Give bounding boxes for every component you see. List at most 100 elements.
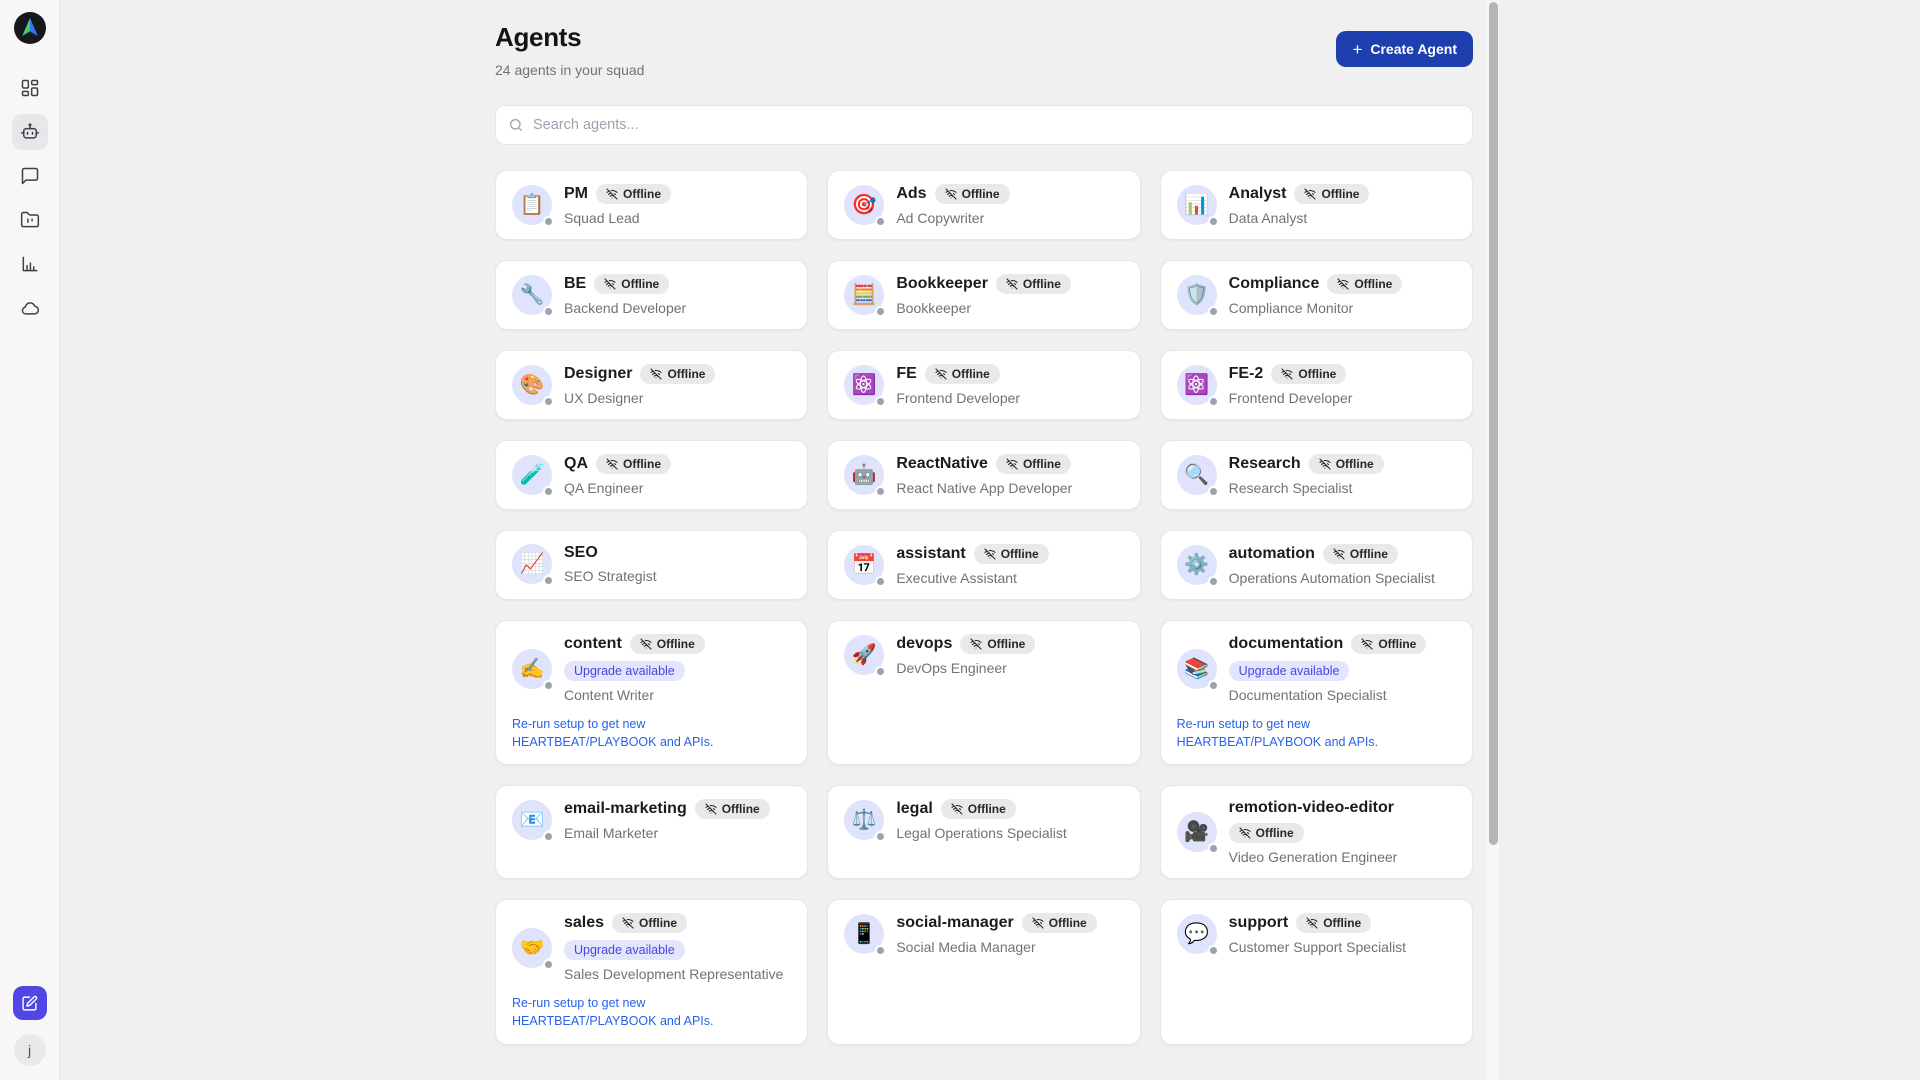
agent-info: FEOfflineFrontend Developer (896, 364, 1020, 406)
offline-label: Offline (1049, 916, 1087, 930)
wifi-off-icon (1304, 188, 1316, 200)
agent-name-row: supportOffline (1229, 913, 1406, 933)
status-dot (1208, 486, 1219, 497)
agent-info: ReactNativeOfflineReact Native App Devel… (896, 454, 1072, 496)
agent-card-top: ⚛️FEOfflineFrontend Developer (844, 364, 1123, 406)
agent-card[interactable]: 📋PMOfflineSquad Lead (495, 170, 808, 240)
agent-card[interactable]: 💬supportOfflineCustomer Support Speciali… (1160, 899, 1473, 1044)
wifi-off-icon (1319, 458, 1331, 470)
sidebar-item-agents[interactable] (12, 114, 48, 150)
search-input[interactable] (533, 117, 1460, 133)
agent-role: Research Specialist (1229, 480, 1384, 496)
agent-avatar: 🎯 (844, 185, 884, 225)
status-dot (543, 396, 554, 407)
compose-button[interactable] (13, 986, 47, 1020)
scrollbar-thumb[interactable] (1489, 2, 1498, 845)
agent-card[interactable]: 🤖ReactNativeOfflineReact Native App Deve… (827, 440, 1140, 510)
status-dot (543, 831, 554, 842)
agent-card[interactable]: 🧮BookkeeperOfflineBookkeeper (827, 260, 1140, 330)
agent-card[interactable]: ⚙️automationOfflineOperations Automation… (1160, 530, 1473, 600)
agent-info: documentationOfflineUpgrade availableDoc… (1229, 634, 1427, 703)
agent-card[interactable]: ⚛️FEOfflineFrontend Developer (827, 350, 1140, 420)
status-dot (543, 575, 554, 586)
agent-card-top: 🔍 ResearchOfflineResearch Specialist (1177, 454, 1456, 496)
agent-card[interactable]: 🎨DesignerOfflineUX Designer (495, 350, 808, 420)
agent-info: remotion-video-editorOfflineVideo Genera… (1229, 799, 1456, 865)
agent-card[interactable]: ⚖️legalOfflineLegal Operations Specialis… (827, 785, 1140, 879)
agent-name: email-marketing (564, 800, 687, 818)
agent-card[interactable]: 🚀devopsOfflineDevOps Engineer (827, 620, 1140, 765)
offline-label: Offline (962, 187, 1000, 201)
agent-name-row: ReactNativeOffline (896, 454, 1072, 474)
agent-info: QAOfflineQA Engineer (564, 454, 671, 496)
agent-card[interactable]: 🤝 salesOfflineUpgrade availableSales Deve… (495, 899, 808, 1044)
agent-name: content (564, 635, 622, 653)
chat-bubble-icon (20, 166, 40, 186)
agent-card[interactable]: 📈SEOSEO Strategist (495, 530, 808, 600)
agent-card-top: 🤖ReactNativeOfflineReact Native App Deve… (844, 454, 1123, 496)
page-header: Agents 24 agents in your squad + Create … (495, 0, 1473, 78)
agent-avatar: ⚛️ (844, 365, 884, 405)
agent-card[interactable]: 📅assistantOfflineExecutive Assistant (827, 530, 1140, 600)
user-avatar[interactable]: j (14, 1034, 46, 1066)
agent-avatar: ⚙️ (1177, 545, 1217, 585)
agent-card-top: ⚙️automationOfflineOperations Automation… (1177, 544, 1456, 586)
agent-name-row: BEOffline (564, 274, 686, 294)
offline-badge: Offline (960, 634, 1035, 654)
agent-card[interactable]: 📱social-managerOfflineSocial Media Manag… (827, 899, 1140, 1044)
agent-role: SEO Strategist (564, 568, 657, 584)
agent-card[interactable]: 🔍 ResearchOfflineResearch Specialist (1160, 440, 1473, 510)
agent-name: Ads (896, 185, 926, 203)
agent-card[interactable]: 🎥remotion-video-editorOfflineVideo Gener… (1160, 785, 1473, 879)
offline-badge: Offline (996, 454, 1071, 474)
offline-label: Offline (1023, 277, 1061, 291)
agent-card[interactable]: ✍️contentOfflineUpgrade availableContent… (495, 620, 808, 765)
rerun-setup-link[interactable]: Re-run setup to get new HEARTBEAT/PLAYBO… (512, 994, 791, 1030)
agent-avatar: 🛡️ (1177, 275, 1217, 315)
agent-card[interactable]: 📊AnalystOfflineData Analyst (1160, 170, 1473, 240)
agent-info: ResearchOfflineResearch Specialist (1229, 454, 1384, 496)
agent-info: salesOfflineUpgrade availableSales Devel… (564, 913, 783, 982)
agent-card[interactable]: 🛡️ComplianceOfflineCompliance Monitor (1160, 260, 1473, 330)
rerun-setup-link[interactable]: Re-run setup to get new HEARTBEAT/PLAYBO… (1177, 715, 1456, 751)
agent-avatar: 🤝 (512, 928, 552, 968)
offline-label: Offline (1378, 637, 1416, 651)
offline-label: Offline (952, 367, 990, 381)
agent-card[interactable]: 📚documentationOfflineUpgrade availableDo… (1160, 620, 1473, 765)
agent-name: automation (1229, 545, 1315, 563)
agent-info: BEOfflineBackend Developer (564, 274, 686, 316)
wifi-off-icon (604, 278, 616, 290)
sidebar-item-analytics[interactable] (12, 246, 48, 282)
create-agent-button[interactable]: + Create Agent (1336, 31, 1473, 67)
offline-badge: Offline (1351, 634, 1426, 654)
offline-badge: Offline (596, 184, 671, 204)
rerun-setup-link[interactable]: Re-run setup to get new HEARTBEAT/PLAYBO… (512, 715, 791, 751)
offline-badge: Offline (1294, 184, 1369, 204)
status-dot (543, 680, 554, 691)
wifi-off-icon (1333, 548, 1345, 560)
offline-label: Offline (623, 457, 661, 471)
agent-card[interactable]: 🎯AdsOfflineAd Copywriter (827, 170, 1140, 240)
agent-card[interactable]: 🔧BEOfflineBackend Developer (495, 260, 808, 330)
agent-name: PM (564, 185, 588, 203)
offline-badge: Offline (1271, 364, 1346, 384)
sidebar-item-dashboard[interactable] (12, 70, 48, 106)
agent-card[interactable]: 🧪QAOfflineQA Engineer (495, 440, 808, 510)
agent-card-top: 📅assistantOfflineExecutive Assistant (844, 544, 1123, 586)
offline-badge: Offline (974, 544, 1049, 564)
sidebar-item-projects[interactable] (12, 202, 48, 238)
agent-avatar: 🔍 (1177, 455, 1217, 495)
status-dot (1208, 396, 1219, 407)
agent-card-top: ⚖️legalOfflineLegal Operations Specialis… (844, 799, 1123, 841)
wifi-off-icon (622, 917, 634, 929)
agent-avatar: ⚖️ (844, 800, 884, 840)
wifi-off-icon (640, 638, 652, 650)
offline-badge: Offline (596, 454, 671, 474)
sidebar-item-cloud[interactable] (12, 290, 48, 326)
offline-badge: Offline (925, 364, 1000, 384)
agent-name: FE (896, 365, 916, 383)
sidebar-item-chat[interactable] (12, 158, 48, 194)
agent-name-row: ComplianceOffline (1229, 274, 1403, 294)
agent-card[interactable]: 📧email-marketingOfflineEmail Marketer (495, 785, 808, 879)
agent-card[interactable]: ⚛️FE-2OfflineFrontend Developer (1160, 350, 1473, 420)
